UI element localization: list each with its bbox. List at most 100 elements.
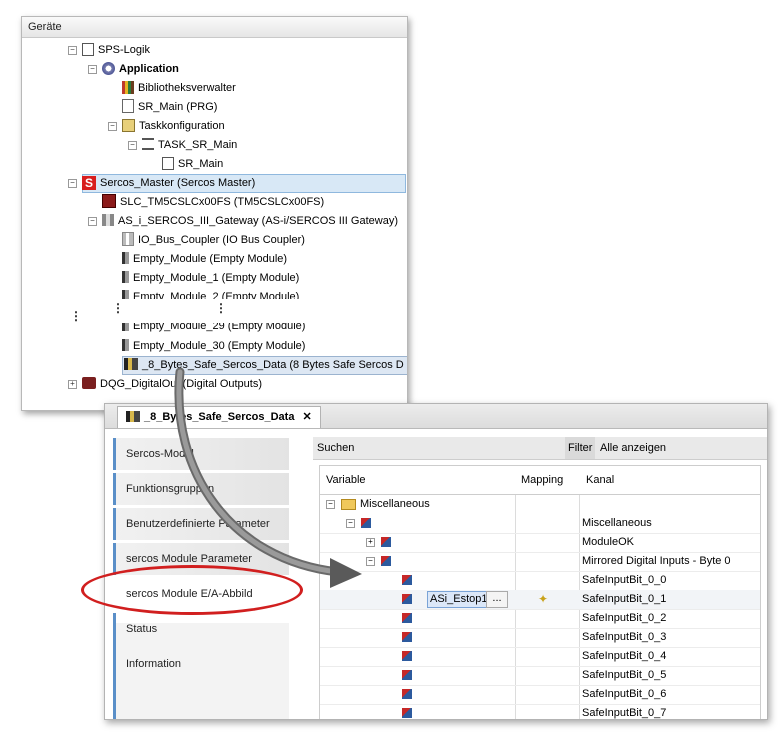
task-icon (142, 138, 154, 151)
table-row[interactable]: SafeInputBit_0_7 (320, 704, 760, 719)
tree-item-label: Sercos_Master (Sercos Master) (100, 177, 256, 189)
collapse-icon[interactable]: − (108, 122, 117, 131)
devices-panel-title: Geräte (22, 17, 407, 38)
module-icon (122, 252, 129, 265)
side-item-sercos-modul[interactable]: Sercos-Modul (113, 438, 289, 470)
kanal-cell: ModuleOK (582, 536, 634, 548)
collapse-icon[interactable]: − (88, 217, 97, 226)
tree-item-sr-main[interactable]: SR_Main (162, 156, 223, 173)
module-icon (122, 290, 129, 299)
table-row[interactable]: + ModuleOK (320, 533, 760, 553)
channel-icon (361, 518, 371, 529)
filter-select[interactable]: Alle anzeigen (600, 437, 666, 459)
table-row[interactable]: SafeInputBit_0_3 (320, 628, 760, 648)
side-item-label: Funktionsgruppen (126, 483, 215, 495)
devices-panel: Geräte − SPS-Logik − Application Bibliot… (21, 16, 408, 411)
tree-item-empty-module-30[interactable]: Empty_Module_30 (Empty Module) (122, 338, 305, 355)
column-header-mapping[interactable]: Mapping (521, 466, 563, 494)
tree-item-empty-module[interactable]: Empty_Module (Empty Module) (122, 251, 287, 268)
tab-label: _8_Bytes_Safe_Sercos_Data (144, 411, 295, 423)
channel-icon (402, 708, 412, 719)
table-row[interactable]: SafeInputBit_0_2 (320, 609, 760, 629)
bus-coupler-icon (122, 232, 134, 247)
collapse-icon[interactable]: − (88, 65, 97, 74)
program-call-icon (162, 156, 174, 170)
table-row[interactable]: − Mirrored Digital Inputs - Byte 0 (320, 552, 760, 572)
ellipsis-marker: ⋮ (215, 301, 227, 315)
tree-item-label: Bibliotheksverwalter (138, 82, 236, 94)
kanal-cell: SafeInputBit_0_1 (582, 593, 667, 605)
kanal-cell: Miscellaneous (582, 517, 652, 529)
ellipsis-marker: ⋮ (112, 301, 124, 315)
table-row[interactable]: SafeInputBit_0_4 (320, 647, 760, 667)
channel-icon (381, 556, 391, 567)
gateway-icon (102, 214, 114, 227)
tree-item-sr-main-prg[interactable]: SR_Main (PRG) (122, 99, 217, 116)
side-item-label: sercos Module Parameter (126, 553, 252, 565)
tree-item-empty-module-2[interactable]: Empty_Module_2 (Empty Module) (122, 289, 299, 299)
folder-icon (341, 498, 356, 510)
kanal-cell: SafeInputBit_0_4 (582, 650, 667, 662)
plc-logic-icon (82, 42, 94, 56)
side-item-funktionsgruppen[interactable]: Funktionsgruppen (113, 473, 289, 505)
collapse-icon[interactable]: − (128, 141, 137, 150)
tree-item-slc[interactable]: SLC_TM5CSLCx00FS (TM5CSLCx00FS) (102, 194, 324, 211)
kanal-cell: SafeInputBit_0_2 (582, 612, 667, 624)
kanal-cell: SafeInputBit_0_6 (582, 688, 667, 700)
table-row[interactable]: SafeInputBit_0_0 (320, 571, 760, 591)
tree-item-empty-module-1[interactable]: Empty_Module_1 (Empty Module) (122, 270, 299, 287)
collapse-icon[interactable]: − (68, 46, 77, 55)
side-item-benutzerdefinierte-parameter[interactable]: Benutzerdefinierte Parameter (113, 508, 289, 540)
column-header-kanal[interactable]: Kanal (586, 466, 614, 494)
tree-item-label: Taskkonfiguration (139, 120, 225, 132)
application-gear-icon (102, 61, 115, 75)
tree-item-label: SR_Main (PRG) (138, 101, 218, 113)
tree-item-bibliotheksverwalter[interactable]: Bibliotheksverwalter (122, 80, 236, 97)
tree-item-label: SR_Main (178, 158, 224, 170)
editor-tab[interactable]: _8_Bytes_Safe_Sercos_Data ✕ (117, 406, 321, 428)
channel-icon (402, 651, 412, 662)
folder-row-miscellaneous[interactable]: − Miscellaneous (320, 495, 760, 514)
collapse-icon[interactable]: − (326, 499, 335, 509)
filter-label: Filter (565, 437, 596, 459)
tree-item-label: SLC_TM5CSLCx00FS (TM5CSLCx00FS) (120, 196, 325, 208)
highlight-ellipse (81, 565, 303, 615)
table-row[interactable]: − Miscellaneous (320, 514, 760, 534)
safety-controller-icon (102, 194, 116, 209)
table-row-selected[interactable]: ASi_Estop1 ... ✦ SafeInputBit_0_1 (320, 590, 760, 610)
io-mapping-grid: Variable Mapping Kanal − Miscellaneous − … (319, 465, 761, 719)
expand-icon[interactable]: + (366, 537, 375, 547)
mapping-new-variable-icon[interactable]: ✦ (538, 593, 550, 605)
collapse-icon[interactable]: − (68, 179, 77, 188)
collapse-icon[interactable]: − (366, 556, 375, 566)
close-tab-icon[interactable]: ✕ (302, 411, 311, 423)
tree-item-label: Empty_Module (Empty Module) (133, 253, 288, 265)
table-row[interactable]: SafeInputBit_0_5 (320, 666, 760, 686)
tree-item-label: Empty_Module_29 (Empty Module) (133, 323, 306, 332)
table-row[interactable]: SafeInputBit_0_6 (320, 685, 760, 705)
collapse-icon[interactable]: − (346, 518, 355, 528)
program-document-icon (122, 99, 134, 114)
side-item-label: Status (126, 623, 158, 635)
kanal-cell: SafeInputBit_0_3 (582, 631, 667, 643)
tree-item-label: Empty_Module_30 (Empty Module) (133, 340, 306, 352)
search-filter-bar: Suchen Filter Alle anzeigen (313, 437, 767, 460)
browse-button[interactable]: ... (486, 591, 508, 608)
tree-item-empty-module-29[interactable]: Empty_Module_29 (Empty Module) (122, 323, 305, 335)
library-icon (122, 80, 134, 94)
tree-item-label: Application (119, 63, 179, 75)
ellipsis-marker: ⋮ (70, 309, 82, 323)
side-item-label: Information (126, 658, 182, 670)
expand-icon[interactable]: + (68, 380, 77, 389)
side-item-status[interactable]: Status (113, 613, 289, 645)
column-header-variable[interactable]: Variable (326, 466, 366, 494)
sercos-icon: S (82, 176, 96, 191)
safe-module-icon (126, 410, 140, 422)
module-icon (122, 323, 129, 332)
tree-item-8-bytes-safe-sercos-data[interactable]: _8_Bytes_Safe_Sercos_Data (8 Bytes Safe … (124, 357, 404, 374)
side-item-information[interactable]: Information (113, 648, 289, 680)
task-configuration-icon (122, 118, 135, 132)
search-button[interactable]: Suchen (317, 437, 354, 459)
tree-item-io-bus-coupler[interactable]: IO_Bus_Coupler (IO Bus Coupler) (122, 232, 305, 249)
variable-input[interactable]: ASi_Estop1 (427, 591, 491, 608)
